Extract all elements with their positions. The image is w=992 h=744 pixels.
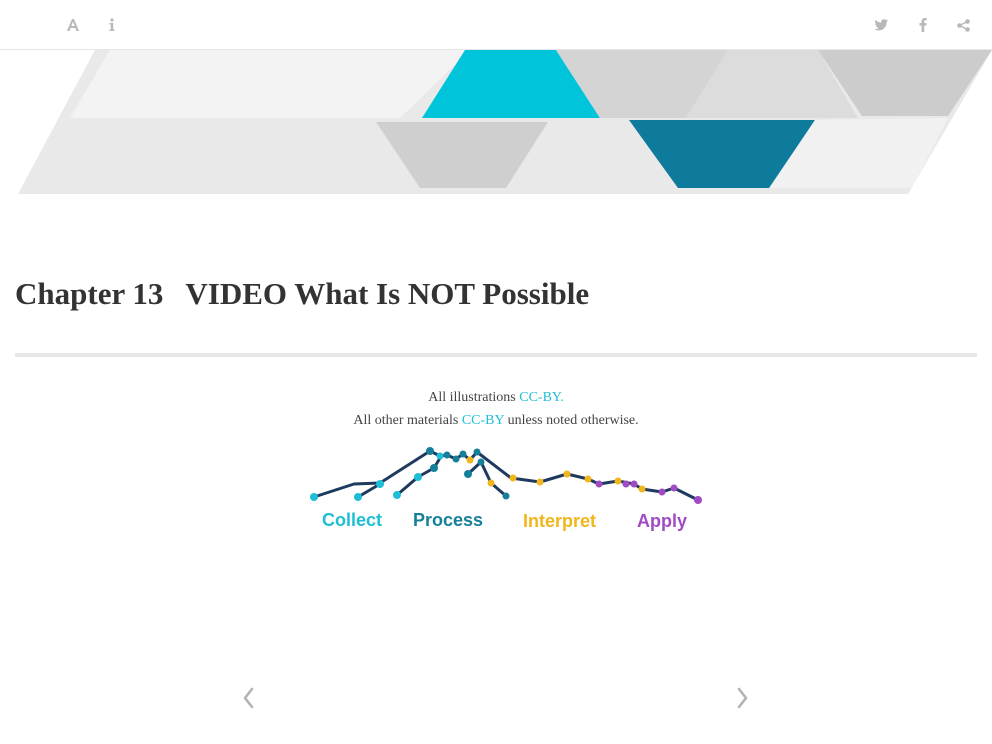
- twitter-icon: [874, 19, 888, 31]
- illustrations-license-text: All illustrations: [428, 390, 520, 405]
- title-divider: [15, 353, 977, 357]
- chevron-left-icon: [243, 687, 254, 709]
- illustrations-license-line: All illustrations CC-BY.: [0, 386, 992, 409]
- logo-label-interpret: Interpret: [523, 511, 596, 531]
- font-settings-button[interactable]: [62, 14, 84, 36]
- chevron-right-icon: [737, 687, 748, 709]
- info-button[interactable]: [101, 14, 123, 36]
- materials-license-text: All other materials: [353, 413, 462, 428]
- twitter-share-button[interactable]: [870, 14, 892, 36]
- materials-license-suffix: unless noted otherwise.: [504, 413, 639, 428]
- chapter-number: Chapter 13: [15, 276, 164, 311]
- next-page-button[interactable]: [733, 684, 753, 712]
- illustrations-license-link[interactable]: CC-BY.: [519, 390, 563, 405]
- logo-label-process: Process: [413, 510, 483, 530]
- chapter-title: VIDEO What Is NOT Possible: [185, 276, 590, 311]
- logo-labels: Collect Process Interpret Apply: [322, 510, 687, 531]
- collect-process-interpret-apply-logo: Collect Process Interpret Apply: [310, 447, 702, 531]
- info-icon: [109, 18, 115, 31]
- logo-label-collect: Collect: [322, 510, 382, 530]
- materials-license-line: All other materials CC-BY unless noted o…: [0, 409, 992, 432]
- facebook-share-button[interactable]: [912, 14, 934, 36]
- logo-label-apply: Apply: [637, 511, 687, 531]
- banner-white-overlay: [70, 50, 470, 118]
- header-banner: [18, 50, 992, 194]
- share-icon: [956, 18, 970, 32]
- top-toolbar: [0, 0, 992, 50]
- font-icon: [67, 19, 79, 31]
- share-button[interactable]: [952, 14, 974, 36]
- materials-license-link[interactable]: CC-BY: [462, 413, 504, 428]
- license-credits: All illustrations CC-BY. All other mater…: [0, 386, 992, 432]
- facebook-icon: [919, 18, 927, 32]
- page-title: Chapter 13 VIDEO What Is NOT Possible: [15, 276, 589, 312]
- previous-page-button[interactable]: [238, 684, 258, 712]
